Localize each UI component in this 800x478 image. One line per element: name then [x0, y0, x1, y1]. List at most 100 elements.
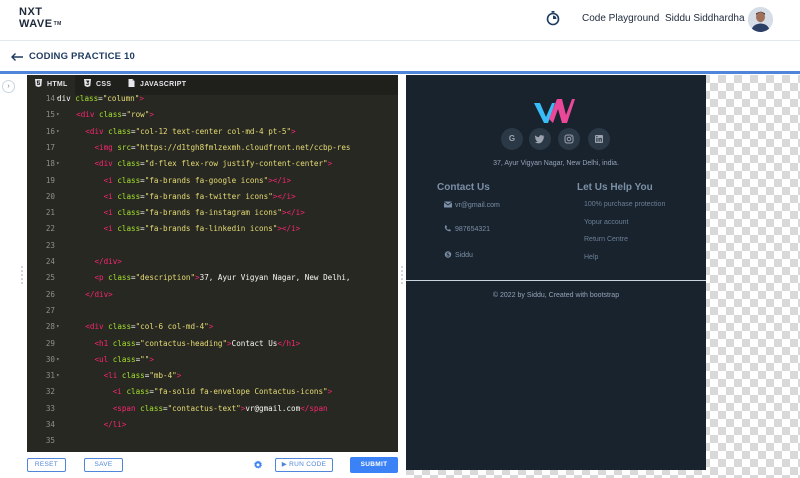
linkedin-icon[interactable] [588, 128, 610, 150]
code-line[interactable]: 25 <p class="description">37, Ayur Vigya… [27, 270, 398, 286]
contact-email: vr@gmail.com [444, 201, 500, 209]
fold-toggle-icon[interactable]: ▾ [56, 156, 61, 172]
code-line[interactable]: 23 [27, 238, 398, 254]
line-number: 19 [45, 175, 55, 185]
address-text: 37, Ayur Vigyan Nagar, New Delhi, india. [493, 160, 619, 167]
code-line[interactable]: 32 <i class="fa-solid fa-envelope Contac… [27, 384, 398, 400]
code-editor[interactable]: HTML CSS JAVASCRIPT 14 ▾ div class="column… [27, 75, 398, 452]
code-text: </div> [85, 289, 113, 299]
twitter-icon[interactable] [529, 128, 551, 150]
top-header: NXT WAVETM Code Playground Siddu Siddhar… [0, 0, 800, 41]
footer-divider [406, 280, 706, 281]
copyright-text: © 2022 by Siddu, Created with bootstrap [492, 292, 620, 299]
logo-line1: NXT [19, 6, 43, 18]
code-lines[interactable]: 14 ▾ div class="column"> 15 ▾ <div class="ro… [27, 94, 398, 452]
code-line[interactable]: 35 [27, 433, 398, 449]
fold-toggle-icon[interactable]: ▾ [56, 352, 61, 368]
code-line[interactable]: 21 <i class="fa-brands fa-instagram icon… [27, 205, 398, 221]
line-number: 32 [45, 387, 55, 397]
code-line[interactable]: 22 <i class="fa-brands fa-linkedin icons… [27, 221, 398, 237]
line-number: 20 [45, 191, 55, 201]
tab-javascript-label: JAVASCRIPT [140, 81, 187, 88]
line-number: 24 [45, 257, 55, 266]
user-name[interactable]: Siddu Siddhardha [665, 13, 745, 24]
code-text: <div class="d-flex flex-row justify-cont… [94, 159, 333, 169]
code-text: <h1 class="contactus-heading">Contact Us… [94, 338, 301, 348]
chevron-right-icon: › [7, 83, 10, 90]
save-button[interactable]: SAVE [84, 458, 123, 472]
editor-preview-resize-handle[interactable] [401, 265, 403, 285]
phone-icon [444, 225, 451, 232]
line-number: 31 [45, 371, 55, 381]
code-line[interactable]: 18 ▾ <div class="d-flex flex-row justify-… [27, 156, 398, 172]
instagram-icon[interactable] [558, 128, 580, 150]
help-item-return-centre[interactable]: Return Centre [584, 236, 628, 243]
fold-toggle-icon[interactable]: ▾ [56, 368, 61, 384]
code-line[interactable]: 17 <img src="https://d1tgh8fmlzexmh.clou… [27, 140, 398, 156]
submit-button[interactable]: SUBMIT [350, 457, 398, 473]
instagram-glyph-shape [564, 134, 574, 144]
skype-icon: S [444, 251, 452, 258]
code-line[interactable]: 28 ▾ <div class="col-6 col-md-4"> [27, 319, 398, 335]
help-item-purchase-protection[interactable]: 100% purchase protection [584, 201, 665, 208]
code-line[interactable]: 16 ▾ <div class="col-12 text-center col-m… [27, 124, 398, 140]
line-number: 21 [45, 208, 55, 218]
accent-divider [0, 71, 800, 74]
avatar-image [748, 7, 773, 32]
contact-skype-text: Siddu [455, 252, 473, 259]
gear-icon[interactable] [253, 460, 263, 470]
code-line[interactable]: 24 </div> [27, 254, 398, 270]
back-arrow-icon[interactable] [10, 52, 24, 62]
code-line[interactable]: 34 </li> [27, 417, 398, 433]
logo-line2: WAVETM [19, 18, 67, 30]
code-line[interactable]: 26 </div> [27, 287, 398, 303]
contact-phone-text: 987654321 [455, 226, 491, 233]
run-code-label: RUN CODE [289, 461, 327, 468]
help-item-account[interactable]: Yopur account [584, 219, 629, 226]
code-line[interactable]: 19 <i class="fa-brands fa-google icons">… [27, 173, 398, 189]
code-line[interactable]: 31 ▾ <li class="mb-4"> [27, 368, 398, 384]
reset-button[interactable]: RESET [27, 458, 66, 472]
avatar[interactable] [748, 7, 773, 32]
code-text: <div class="col-6 col-md-4"> [85, 322, 214, 332]
timer-icon[interactable] [545, 10, 561, 26]
code-line[interactable]: 27 [27, 303, 398, 319]
fold-toggle-icon[interactable]: ▾ [56, 124, 61, 140]
line-number: 33 [45, 403, 55, 413]
run-code-button[interactable]: ▶ RUN CODE [275, 458, 333, 472]
code-line[interactable]: 29 <h1 class="contactus-heading">Contact… [27, 336, 398, 352]
code-line[interactable]: 30 ▾ <ul class=""> [27, 352, 398, 368]
code-text: <div class="row"> [76, 110, 154, 120]
help-heading: Let Us Help You [577, 182, 653, 193]
line-number: 17 [45, 142, 55, 152]
code-line[interactable]: 33 <span class="contactus-text">vr@gmail… [27, 401, 398, 417]
fold-toggle-icon[interactable]: ▾ [56, 319, 61, 335]
code-playground-link[interactable]: Code Playground [582, 13, 659, 24]
page-title: CODING PRACTICE 10 [29, 51, 136, 62]
linkedin-glyph-shape [595, 135, 603, 143]
code-text: <i class="fa-brands fa-linkedin icons"><… [103, 224, 301, 234]
sidebar-toggle-button[interactable]: › [2, 80, 15, 93]
envelope-icon [444, 201, 452, 208]
editor-action-bar: RESET SAVE ▶ RUN CODE SUBMIT [27, 452, 398, 478]
line-number: 18 [45, 159, 55, 169]
contact-us-heading: Contact Us [437, 182, 490, 193]
help-item-help[interactable]: Help [584, 254, 598, 261]
line-number: 15 [45, 110, 55, 120]
line-number: 22 [45, 224, 55, 234]
fold-toggle-icon[interactable]: ▾ [56, 107, 61, 123]
code-text: <li class="mb-4"> [103, 371, 182, 381]
code-text: <img src="https://d1tgh8fmlzexmh.cloudfr… [94, 142, 351, 152]
line-number: 14 [45, 94, 55, 103]
line-number: 26 [45, 289, 55, 299]
left-resize-handle[interactable] [21, 265, 23, 285]
code-line[interactable]: 20 <i class="fa-brands fa-twitter icons"… [27, 189, 398, 205]
line-number: 30 [45, 354, 55, 364]
code-text: <i class="fa-brands fa-google icons"></i… [103, 175, 292, 185]
nxtwave-logo[interactable]: NXT WAVETM [19, 6, 67, 34]
google-icon[interactable]: G [501, 128, 523, 150]
html5-icon [35, 79, 42, 87]
code-text: <i class="fa-solid fa-envelope Contactus… [112, 387, 333, 397]
code-line[interactable]: 15 ▾ <div class="row"> [27, 107, 398, 123]
code-line[interactable]: 14 ▾ div class="column"> [27, 91, 398, 107]
